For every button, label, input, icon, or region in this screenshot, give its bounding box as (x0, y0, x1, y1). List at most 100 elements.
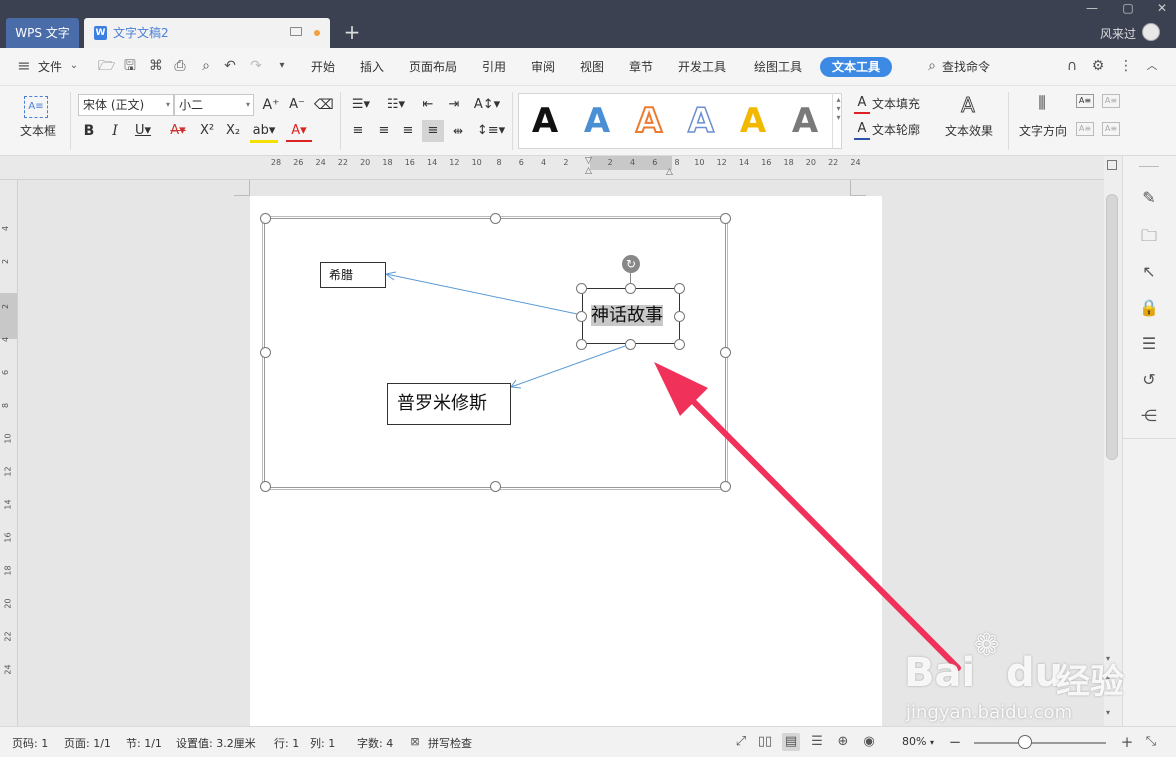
scroll-top-icon[interactable] (1107, 160, 1117, 170)
pen-icon[interactable]: ✎ (1139, 188, 1159, 208)
menu-drawing-tools[interactable]: 绘图工具 (754, 58, 802, 75)
document-tab[interactable]: W 文字文稿2 (84, 18, 330, 48)
app-tab[interactable]: WPS 文字 (6, 18, 79, 48)
align-left-icon[interactable]: ≡ (348, 122, 368, 140)
menu-page-layout[interactable]: 页面布局 (409, 58, 457, 75)
underline-button[interactable]: U▾ (130, 122, 156, 140)
menu-references[interactable]: 引用 (482, 58, 506, 75)
text-spacing-icon[interactable]: A↕▾ (472, 96, 502, 114)
search-command[interactable]: 查找命令 (942, 58, 990, 75)
share-icon[interactable]: ⋲ (1139, 406, 1159, 426)
maximize-icon[interactable]: ▢ (1116, 0, 1140, 16)
customize-dropdown-icon[interactable]: ▾ (274, 58, 290, 74)
scrollbar-thumb[interactable] (1106, 194, 1118, 460)
file-menu[interactable]: 文件 (38, 58, 62, 75)
superscript-button[interactable]: X² (198, 122, 216, 140)
history-icon[interactable]: ↺ (1139, 370, 1159, 390)
reading-view-icon[interactable]: ▯▯ (756, 733, 774, 751)
font-color-button[interactable]: A▾ (286, 122, 312, 142)
text-style-gold[interactable]: A (733, 100, 773, 142)
status-setting[interactable]: 设置值: 3.2厘米 (176, 735, 256, 751)
strikethrough-button[interactable]: A▾ (164, 122, 192, 140)
status-words[interactable]: 字数: 4 (357, 735, 393, 751)
redo-icon[interactable]: ↷ (248, 58, 264, 74)
hamburger-menu-icon[interactable]: ≡ (16, 58, 32, 74)
subscript-button[interactable]: X₂ (224, 122, 242, 140)
user-name[interactable]: 风来过 (1100, 25, 1136, 42)
grow-font-icon[interactable]: A⁺ (262, 96, 280, 114)
text-fill-icon[interactable]: A (854, 94, 870, 114)
sliders-icon[interactable]: ☰ (1139, 334, 1159, 354)
gallery-scroll[interactable]: ▴ ▾ ▾ (832, 93, 844, 149)
text-style-gray[interactable]: A (785, 100, 825, 142)
text-direction-button[interactable]: 文字方向 (1016, 122, 1070, 140)
menu-home[interactable]: 开始 (311, 58, 335, 75)
spellcheck-icon[interactable]: ⊠ (406, 733, 424, 751)
text-effect-icon[interactable]: A (956, 95, 980, 116)
distribute-icon[interactable]: ⇹ (448, 122, 468, 140)
more-icon[interactable]: ⋮ (1118, 58, 1134, 74)
align-right-icon[interactable]: ≡ (398, 122, 418, 140)
folder-search-icon[interactable]: 🗀 (1139, 226, 1159, 246)
chevron-down-icon[interactable]: ⌄ (66, 58, 82, 74)
numbered-list-icon[interactable]: ☷▾ (382, 96, 410, 114)
menu-developer[interactable]: 开发工具 (678, 58, 726, 75)
decrease-indent-icon[interactable]: ⇤ (418, 96, 438, 114)
format-painter-icon[interactable]: ⌘ (148, 58, 164, 74)
headset-icon[interactable]: ∩ (1064, 58, 1080, 74)
textbox-icon[interactable]: A≡ (24, 96, 48, 118)
status-row[interactable]: 行: 1 (274, 735, 299, 751)
outline-view-icon[interactable]: ☰ (808, 733, 826, 751)
zoom-slider[interactable] (974, 742, 1106, 744)
save-icon[interactable]: 🖫 (122, 58, 138, 74)
menu-view[interactable]: 视图 (580, 58, 604, 75)
zoom-level[interactable]: 80% (902, 735, 926, 748)
right-indent-marker-icon[interactable]: △ (666, 167, 675, 177)
textbox-next-icon[interactable]: A≡ (1102, 122, 1120, 136)
text-outline-icon[interactable]: A (854, 120, 870, 140)
eraser-icon[interactable]: ⌫ (314, 96, 334, 114)
fit-window-icon[interactable]: ⤡ (1142, 733, 1160, 751)
textbox-prev-icon[interactable]: A≡ (1076, 122, 1094, 136)
menu-insert[interactable]: 插入 (360, 58, 384, 75)
web-view-icon[interactable]: ⊕ (834, 733, 852, 751)
horizontal-ruler[interactable]: 28 26 24 22 20 18 16 14 12 10 8 6 4 2 2 4 6 8 10 12 14 16 18 20… (0, 156, 1122, 180)
spellcheck-button[interactable]: 拼写检查 (428, 735, 472, 751)
minimize-icon[interactable]: — (1080, 0, 1104, 16)
highlight-button[interactable]: ab▾ (250, 122, 278, 143)
status-pages[interactable]: 页面: 1/1 (64, 735, 111, 751)
page-view-icon[interactable]: ▤ (782, 733, 800, 751)
line-spacing-icon[interactable]: ↕≡▾ (476, 122, 506, 140)
gear-icon[interactable]: ⚙ (1090, 58, 1106, 74)
textbox-link-icon[interactable]: A≡ (1076, 94, 1094, 108)
text-style-orange-outline[interactable]: A (629, 100, 669, 142)
close-icon[interactable]: ✕ (1150, 0, 1174, 16)
new-tab-button[interactable]: + (342, 20, 362, 44)
zoom-dropdown-icon[interactable]: ▾ (930, 738, 934, 747)
fullscreen-icon[interactable]: ⤢ (732, 733, 750, 751)
open-icon[interactable]: 🗁 (98, 58, 115, 74)
menu-section[interactable]: 章节 (629, 58, 653, 75)
bold-button[interactable]: B (80, 122, 98, 140)
text-style-blue-outline[interactable]: A (681, 100, 721, 142)
text-direction-icon[interactable]: ⫼ (1030, 94, 1054, 112)
justify-icon[interactable]: ≡ (422, 120, 444, 142)
indent-marker-icon[interactable]: ▽ △ (585, 156, 594, 178)
vertical-ruler[interactable]: 4 2 2 4 6 8 10 12 14 16 18 20 22 24 (0, 180, 18, 726)
bullet-list-icon[interactable]: ☰▾ (348, 96, 374, 114)
print-preview-icon[interactable]: ⌕ (198, 58, 214, 74)
shrink-font-icon[interactable]: A⁻ (288, 96, 306, 114)
next-page-icon[interactable]: ▾ (1106, 708, 1110, 717)
text-outline-button[interactable]: 文本轮廓 (872, 121, 936, 139)
italic-button[interactable]: I (106, 122, 124, 140)
print-icon[interactable]: ⎙ (172, 58, 188, 74)
vertical-scrollbar[interactable]: ▾ ▴ ◦ ▾ (1104, 156, 1122, 726)
text-style-black[interactable]: A (525, 100, 565, 142)
status-page[interactable]: 页码: 1 (12, 735, 48, 751)
align-center-icon[interactable]: ≡ (374, 122, 394, 140)
undo-icon[interactable]: ↶ (222, 58, 238, 74)
status-section[interactable]: 节: 1/1 (126, 735, 162, 751)
zoom-out-icon[interactable]: − (946, 733, 964, 751)
menu-text-tools[interactable]: 文本工具 (820, 57, 892, 77)
search-icon[interactable]: ⌕ (924, 58, 940, 74)
